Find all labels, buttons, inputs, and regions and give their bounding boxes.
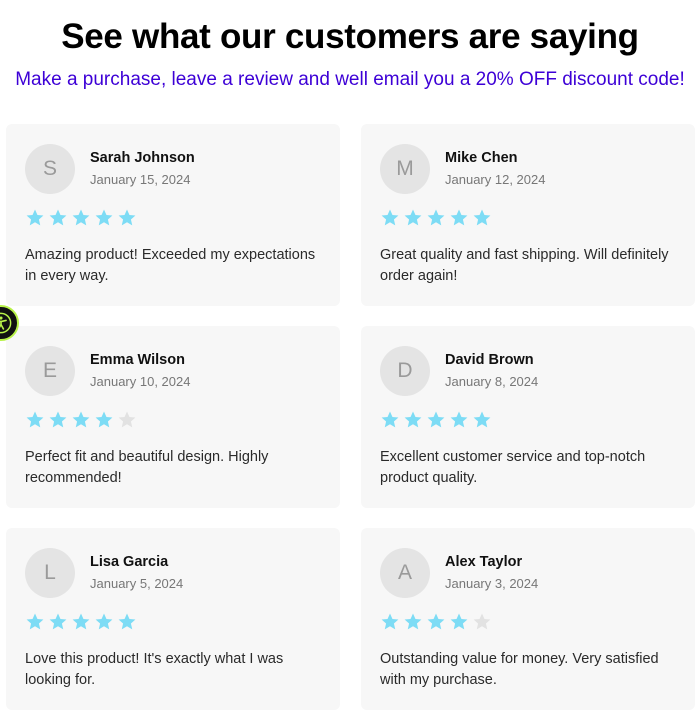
avatar: E xyxy=(25,346,75,396)
review-card: L Lisa Garcia January 5, 2024 Love this … xyxy=(6,528,340,710)
star-filled-icon xyxy=(450,613,468,630)
star-filled-icon xyxy=(118,209,136,226)
star-filled-icon xyxy=(404,209,422,226)
review-date: January 15, 2024 xyxy=(90,172,191,187)
star-filled-icon xyxy=(381,411,399,428)
reviewer-name: Mike Chen xyxy=(445,150,518,166)
review-card: M Mike Chen January 12, 2024 Great quali… xyxy=(361,124,695,306)
star-filled-icon xyxy=(72,613,90,630)
star-filled-icon xyxy=(72,209,90,226)
star-rating xyxy=(25,612,137,632)
avatar: M xyxy=(380,144,430,194)
star-filled-icon xyxy=(95,411,113,428)
review-date: January 12, 2024 xyxy=(445,172,546,187)
star-rating xyxy=(380,410,492,430)
review-text: Outstanding value for money. Very satisf… xyxy=(380,651,659,688)
review-text: Excellent customer service and top-notch… xyxy=(380,449,646,486)
review-card: A Alex Taylor January 3, 2024 Outstandin… xyxy=(361,528,695,710)
star-filled-icon xyxy=(427,209,445,226)
star-filled-icon xyxy=(72,411,90,428)
discount-promo-text: Make a purchase, leave a review and well… xyxy=(15,69,685,90)
star-filled-icon xyxy=(473,209,491,226)
review-text: Love this product! It's exactly what I w… xyxy=(25,651,284,688)
star-rating xyxy=(25,208,137,228)
star-filled-icon xyxy=(49,613,67,630)
review-date: January 5, 2024 xyxy=(90,576,184,591)
star-filled-icon xyxy=(427,411,445,428)
reviewer-name: Emma Wilson xyxy=(90,352,185,368)
review-text: Perfect fit and beautiful design. Highly… xyxy=(25,449,269,486)
review-date: January 3, 2024 xyxy=(445,576,539,591)
avatar: S xyxy=(25,144,75,194)
review-date: January 8, 2024 xyxy=(445,374,539,389)
star-filled-icon xyxy=(95,613,113,630)
star-filled-icon xyxy=(49,209,67,226)
star-filled-icon xyxy=(26,613,44,630)
star-filled-icon xyxy=(118,613,136,630)
avatar: L xyxy=(25,548,75,598)
review-card: E Emma Wilson January 10, 2024 Perfect f… xyxy=(6,326,340,508)
star-filled-icon xyxy=(26,209,44,226)
star-filled-icon xyxy=(450,209,468,226)
star-empty-icon xyxy=(118,411,136,428)
reviewer-name: David Brown xyxy=(445,352,534,368)
star-filled-icon xyxy=(450,411,468,428)
star-filled-icon xyxy=(381,613,399,630)
reviewer-name: Sarah Johnson xyxy=(90,150,195,166)
reviewer-name: Lisa Garcia xyxy=(90,554,169,570)
star-filled-icon xyxy=(95,209,113,226)
star-filled-icon xyxy=(427,613,445,630)
review-text: Great quality and fast shipping. Will de… xyxy=(380,247,669,284)
star-rating xyxy=(380,612,492,632)
star-filled-icon xyxy=(404,613,422,630)
star-filled-icon xyxy=(381,209,399,226)
star-filled-icon xyxy=(49,411,67,428)
review-card: S Sarah Johnson January 15, 2024 Amazing… xyxy=(6,124,340,306)
reviewer-name: Alex Taylor xyxy=(445,554,523,570)
star-filled-icon xyxy=(404,411,422,428)
review-date: January 10, 2024 xyxy=(90,374,191,389)
review-card: D David Brown January 8, 2024 Excellent … xyxy=(361,326,695,508)
reviews-grid: S Sarah Johnson January 15, 2024 Amazing… xyxy=(6,124,695,710)
avatar: A xyxy=(380,548,430,598)
star-rating xyxy=(380,208,492,228)
section-title: See what our customers are saying xyxy=(61,17,639,56)
star-rating xyxy=(25,410,137,430)
avatar: D xyxy=(380,346,430,396)
star-empty-icon xyxy=(473,613,491,630)
star-filled-icon xyxy=(473,411,491,428)
review-text: Amazing product! Exceeded my expectation… xyxy=(25,247,316,284)
star-filled-icon xyxy=(26,411,44,428)
accessibility-person-icon xyxy=(0,312,12,334)
